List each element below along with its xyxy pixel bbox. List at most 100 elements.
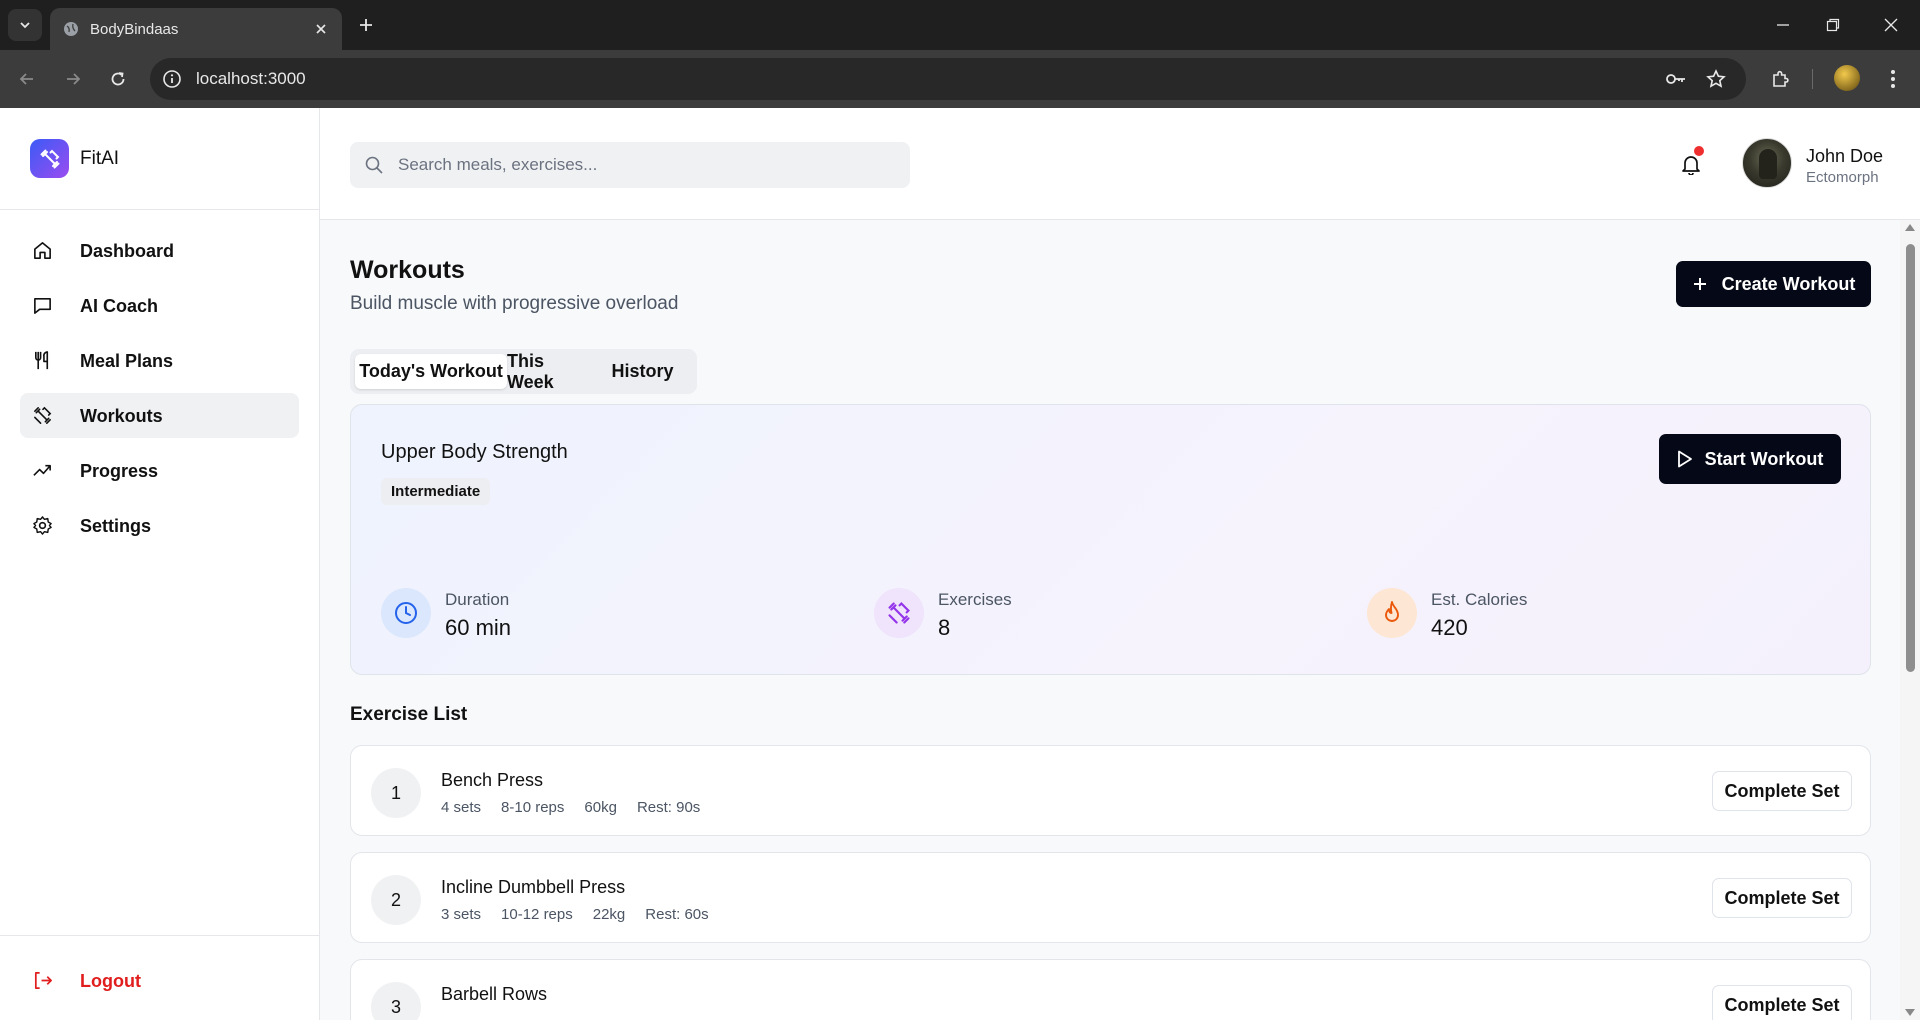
sidebar-item-label: Meal Plans bbox=[80, 351, 174, 371]
brand-name: FitAI bbox=[80, 148, 120, 169]
page-title: Workouts bbox=[350, 256, 465, 284]
search-icon bbox=[365, 156, 383, 174]
search-box bbox=[350, 142, 910, 188]
exercise-reps: 10-12 reps bbox=[501, 906, 573, 923]
browser-tabstrip: BodyBindaas bbox=[0, 0, 1920, 50]
start-workout-button[interactable]: Start Workout bbox=[1659, 434, 1841, 484]
back-button[interactable] bbox=[12, 64, 42, 94]
sidebar-item-label: Settings bbox=[80, 516, 152, 536]
toolbar-divider bbox=[1812, 69, 1813, 89]
plus-icon bbox=[1693, 278, 1706, 290]
scrollbar-thumb[interactable] bbox=[1906, 244, 1915, 672]
page-subtitle: Build muscle with progressive overload bbox=[350, 293, 679, 314]
exercise-meta: 4 sets 8-10 reps 60kg Rest: 90s bbox=[441, 799, 700, 816]
utensils-icon bbox=[35, 351, 49, 370]
extensions-button[interactable] bbox=[1766, 64, 1796, 94]
tab-todays-workout[interactable]: Today's Workout bbox=[355, 354, 507, 389]
close-window-button[interactable] bbox=[1876, 10, 1906, 40]
reload-icon bbox=[111, 72, 125, 86]
workout-tabs: Today's Workout This Week History bbox=[350, 349, 697, 394]
create-workout-button[interactable]: Create Workout bbox=[1676, 261, 1871, 307]
complete-set-button[interactable]: Complete Set bbox=[1712, 985, 1852, 1020]
chevron-down-icon bbox=[20, 22, 30, 29]
plus-icon bbox=[360, 19, 372, 31]
flame-icon bbox=[1385, 601, 1399, 622]
stat-exercises: Exercises 8 bbox=[874, 588, 1274, 640]
stat-duration: Duration 60 min bbox=[381, 588, 781, 640]
exercise-weight: 60kg bbox=[584, 799, 617, 816]
tab-close-button[interactable] bbox=[310, 18, 332, 40]
topbar: John Doe Ectomorph bbox=[320, 108, 1920, 220]
profile-avatar[interactable] bbox=[1834, 65, 1860, 91]
more-vertical-icon bbox=[1891, 70, 1895, 88]
sidebar-item-dashboard[interactable]: Dashboard bbox=[20, 228, 299, 273]
stat-label: Est. Calories bbox=[1431, 590, 1528, 609]
app: FitAI Dashboard AI Coach Meal Plans Work… bbox=[0, 108, 1920, 1020]
arrow-left-icon bbox=[19, 73, 33, 85]
avatar[interactable] bbox=[1742, 138, 1792, 188]
stat-value: 8 bbox=[938, 615, 951, 640]
logout-icon bbox=[34, 972, 52, 989]
sidebar-item-meal-plans[interactable]: Meal Plans bbox=[20, 338, 299, 383]
tab-title: BodyBindaas bbox=[90, 21, 179, 38]
sidebar-item-label: Progress bbox=[80, 461, 159, 481]
brand-logo[interactable] bbox=[30, 139, 69, 178]
exercise-sets: 3 sets bbox=[441, 906, 482, 923]
stat-label: Duration bbox=[445, 590, 510, 609]
browser-menu-button[interactable] bbox=[1878, 64, 1908, 94]
new-tab-button[interactable] bbox=[352, 11, 380, 39]
minimize-icon bbox=[1777, 24, 1789, 26]
exercise-card: 2 Incline Dumbbell Press 3 sets 10-12 re… bbox=[350, 852, 1871, 943]
sidebar-item-label: Dashboard bbox=[80, 241, 175, 261]
home-icon bbox=[34, 242, 51, 259]
notification-badge bbox=[1694, 146, 1704, 156]
exercise-rest: Rest: 90s bbox=[636, 799, 701, 816]
search-input[interactable] bbox=[398, 142, 898, 188]
bookmark-button[interactable] bbox=[1705, 68, 1727, 90]
complete-set-button[interactable]: Complete Set bbox=[1712, 771, 1852, 811]
sidebar-item-progress[interactable]: Progress bbox=[20, 448, 299, 493]
logout-label: Logout bbox=[80, 971, 141, 991]
sidebar-item-workouts[interactable]: Workouts bbox=[20, 393, 299, 438]
scroll-down-arrow[interactable] bbox=[1905, 1009, 1915, 1016]
user-body-type: Ectomorph bbox=[1806, 169, 1879, 186]
reload-button[interactable] bbox=[103, 64, 133, 94]
sidebar-item-settings[interactable]: Settings bbox=[20, 503, 299, 548]
logout-button[interactable]: Logout bbox=[20, 958, 299, 1003]
sidebar-item-ai-coach[interactable]: AI Coach bbox=[20, 283, 299, 328]
main-content: Workouts Build muscle with progressive o… bbox=[320, 220, 1900, 1020]
calories-icon-wrap bbox=[1367, 588, 1417, 638]
exercise-weight: 22kg bbox=[592, 906, 626, 923]
play-icon bbox=[1677, 450, 1692, 468]
complete-set-button[interactable]: Complete Set bbox=[1712, 878, 1852, 918]
restore-button[interactable] bbox=[1818, 10, 1848, 40]
forward-button[interactable] bbox=[58, 64, 88, 94]
exercise-meta: 3 sets 10-12 reps 22kg Rest: 60s bbox=[441, 906, 709, 923]
difficulty-badge: Intermediate bbox=[381, 478, 491, 505]
sidebar-footer: Logout bbox=[0, 935, 319, 1020]
tab-this-week[interactable]: This Week bbox=[507, 351, 593, 392]
address-bar[interactable]: localhost:3000 bbox=[150, 58, 1746, 100]
browser-tab[interactable]: BodyBindaas bbox=[50, 8, 342, 50]
exercise-name: Incline Dumbbell Press bbox=[441, 877, 626, 897]
scrollbar[interactable] bbox=[1900, 220, 1920, 1020]
stat-value: 420 bbox=[1431, 615, 1468, 640]
brand: FitAI bbox=[0, 108, 319, 210]
scroll-up-arrow[interactable] bbox=[1905, 224, 1915, 231]
close-icon bbox=[316, 24, 326, 34]
exercise-rest: Rest: 60s bbox=[645, 906, 709, 923]
sidebar-item-label: Workouts bbox=[80, 406, 163, 426]
gear-icon bbox=[33, 516, 52, 535]
user-name: John Doe bbox=[1806, 146, 1884, 166]
minimize-button[interactable] bbox=[1768, 10, 1798, 40]
stat-label: Exercises bbox=[938, 590, 1012, 609]
exercises-icon-wrap bbox=[874, 588, 924, 638]
info-icon[interactable] bbox=[162, 69, 182, 89]
password-key-button[interactable] bbox=[1665, 68, 1687, 90]
exercise-name: Bench Press bbox=[441, 770, 544, 790]
todays-workout-card: Upper Body Strength Intermediate Start W… bbox=[350, 404, 1871, 675]
tab-search-button[interactable] bbox=[8, 9, 42, 41]
key-icon bbox=[1666, 74, 1685, 84]
tab-history[interactable]: History bbox=[593, 354, 692, 389]
dumbbell-icon bbox=[40, 149, 59, 168]
